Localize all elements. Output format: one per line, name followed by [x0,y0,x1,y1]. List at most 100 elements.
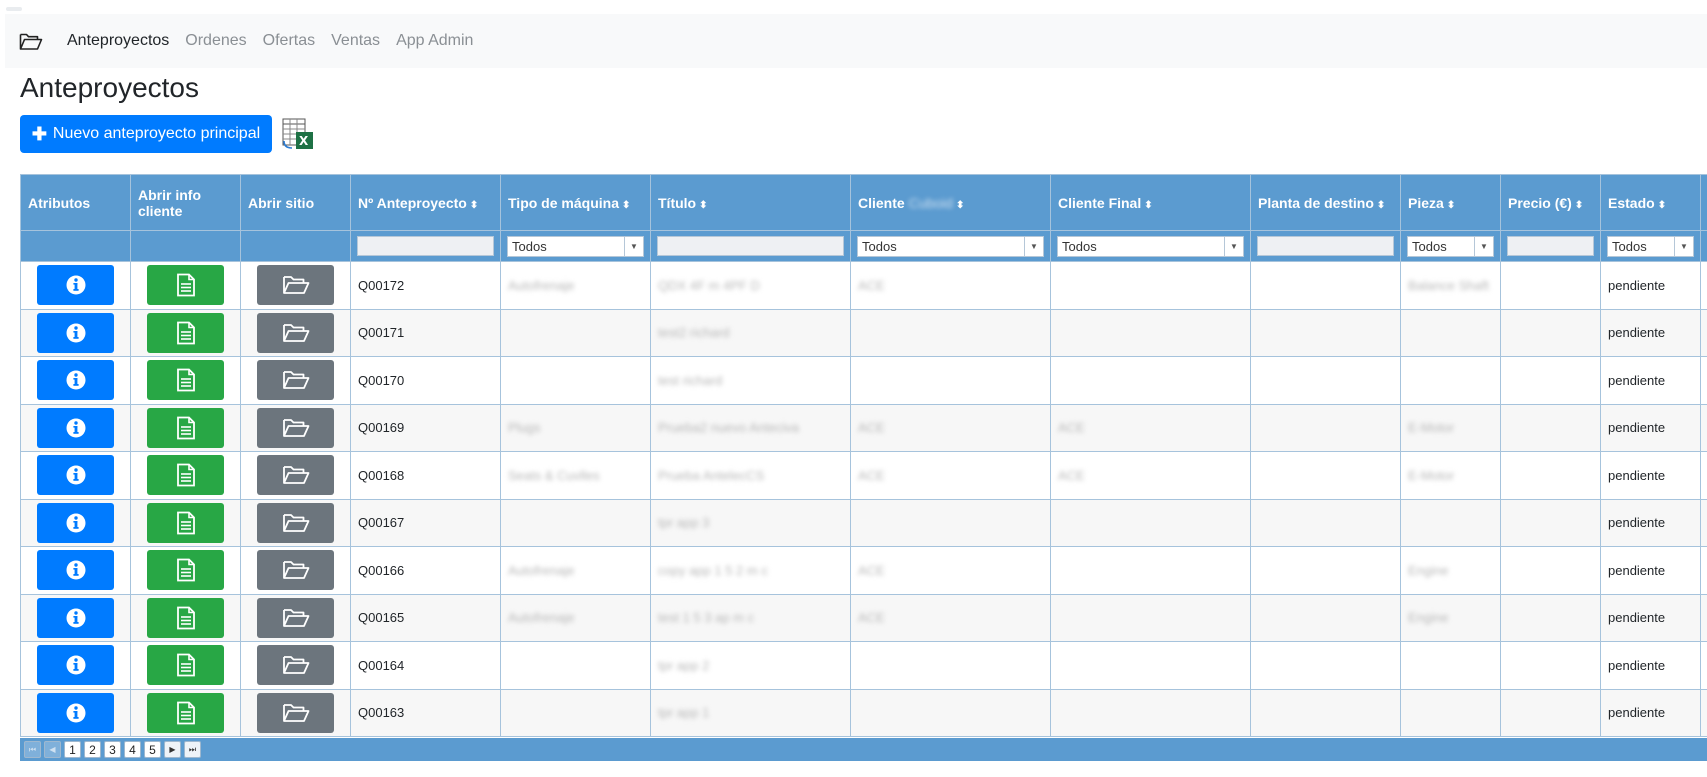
open-client-info-button[interactable] [147,692,224,733]
open-site-button[interactable] [257,597,334,638]
info-icon [66,465,86,485]
nav-anteproyectos[interactable]: Anteproyectos [67,32,169,50]
info-button[interactable] [37,265,114,306]
page-2-button[interactable]: 2 [84,741,101,758]
open-client-info-button[interactable] [147,550,224,591]
open-site-button[interactable] [257,692,334,733]
excel-export-icon[interactable]: X [280,117,314,151]
col-tipo-maquina[interactable]: Tipo de máquina ⬍ [500,174,651,231]
info-button[interactable] [37,597,114,638]
open-client-info-button[interactable] [147,360,224,401]
open-client-info-button[interactable] [147,265,224,306]
col-pieza[interactable]: Pieza ⬍ [1400,174,1501,231]
document-icon [176,321,196,345]
open-site-button[interactable] [257,360,334,401]
col-precio[interactable]: Precio (€) ⬍ [1500,174,1601,231]
info-icon [66,608,86,628]
filter-precio-input[interactable] [1507,236,1594,256]
filter-planta-input[interactable] [1257,236,1394,256]
col-estado[interactable]: Estado ⬍ [1600,174,1701,231]
cell-id: Q00164 [350,641,501,690]
open-site-button[interactable] [257,502,334,543]
first-page-icon[interactable]: ⏮ [24,741,41,758]
info-button[interactable] [37,692,114,733]
open-site-button[interactable] [257,645,334,686]
open-client-info-button[interactable] [147,645,224,686]
cell-estado: pendiente [1600,593,1701,642]
filter-estado-select[interactable]: Todos ▼ [1607,235,1694,257]
col-n-anteproyecto[interactable]: Nº Anteproyecto ⬍ [350,174,501,231]
filter-tipo-maquina-select[interactable]: Todos ▼ [507,235,644,257]
folder-open-icon [282,608,310,628]
info-icon [66,370,86,390]
folder-open-icon [282,370,310,390]
info-button[interactable] [37,360,114,401]
page-5-button[interactable]: 5 [144,741,161,758]
open-site-button[interactable] [257,455,334,496]
table-row: Q00166 Autofrenaje copy app 1 5 2 m c ACE En… [20,546,1707,595]
next-page-icon[interactable]: ▶ [164,741,181,758]
document-icon [176,701,196,725]
folder-open-icon [282,513,310,533]
info-button[interactable] [37,502,114,543]
info-button[interactable] [37,645,114,686]
open-client-info-button[interactable] [147,407,224,448]
open-site-button[interactable] [257,265,334,306]
col-titulo[interactable]: Título ⬍ [650,174,851,231]
open-client-info-button[interactable] [147,455,224,496]
nav-ofertas[interactable]: Ofertas [263,32,315,50]
col-cliente-final[interactable]: Cliente Final ⬍ [1050,174,1251,231]
info-button[interactable] [37,407,114,448]
cell-estado: pendiente [1600,641,1701,690]
chevron-down-icon: ▼ [1024,236,1043,256]
cell-titulo: test2 richard [658,325,730,341]
sort-icon: ⬍ [1446,199,1456,211]
new-anteproyecto-label: Nuevo anteproyecto principal [52,125,261,142]
open-site-button[interactable] [257,312,334,353]
page-1-button[interactable]: 1 [64,741,81,758]
table-row: Q00165 Autofrenaje test 1 5 3 ap m c ACE Eng… [20,593,1707,642]
anteproyectos-table: Atributos Abrir info cliente Abrir sitio… [20,174,1707,761]
nav-app-admin[interactable]: App Admin [396,32,473,50]
cell-estado: pendiente [1600,261,1701,310]
open-client-info-button[interactable] [147,502,224,543]
cell-cliente: ACE [858,562,885,578]
last-page-icon[interactable]: ⏭ [184,741,201,758]
info-button[interactable] [37,550,114,591]
nav-ventas[interactable]: Ventas [331,32,380,50]
cell-estado: pendiente [1600,403,1701,452]
cell-cliente: ACE [858,610,885,626]
filter-pieza-select[interactable]: Todos ▼ [1407,235,1494,257]
page-4-button[interactable]: 4 [124,741,141,758]
cell-tipo: Autofrenaje [508,562,575,578]
open-client-info-button[interactable] [147,312,224,353]
cell-id: Q00167 [350,498,501,547]
folder-open-icon[interactable] [19,30,45,52]
nav-ordenes[interactable]: Ordenes [185,32,246,50]
info-icon [66,703,86,723]
info-button[interactable] [37,455,114,496]
cell-id: Q00168 [350,451,501,500]
open-client-info-button[interactable] [147,597,224,638]
filter-cliente-select[interactable]: Todos ▼ [857,235,1044,257]
table-row: Q00164 tpr app 2 pendiente [20,641,1707,690]
open-site-button[interactable] [257,550,334,591]
document-icon [176,606,196,630]
filter-titulo-input[interactable] [657,236,844,256]
chevron-down-icon: ▼ [1674,236,1693,256]
cell-estado: pendiente [1600,356,1701,405]
new-anteproyecto-button[interactable]: ✚ Nuevo anteproyecto principal [20,115,272,153]
cell-pieza: Engine [1408,562,1449,578]
col-cliente[interactable]: Cliente Cuboid ⬍ [850,174,1051,231]
cell-pieza: E-Motor [1408,467,1455,483]
page-3-button[interactable]: 3 [104,741,121,758]
table-row: Q00168 Seats & Cuvlles Prueba AntelecCS ACE… [20,451,1707,500]
prev-page-icon[interactable]: ◀ [44,741,61,758]
info-button[interactable] [37,312,114,353]
open-site-button[interactable] [257,407,334,448]
col-planta-destino[interactable]: Planta de destino ⬍ [1250,174,1401,231]
filter-n-anteproyecto-input[interactable] [357,236,494,256]
filter-cliente-final-select[interactable]: Todos ▼ [1057,235,1244,257]
sort-icon: ⬍ [955,199,965,211]
chevron-down-icon: ▼ [1224,236,1243,256]
